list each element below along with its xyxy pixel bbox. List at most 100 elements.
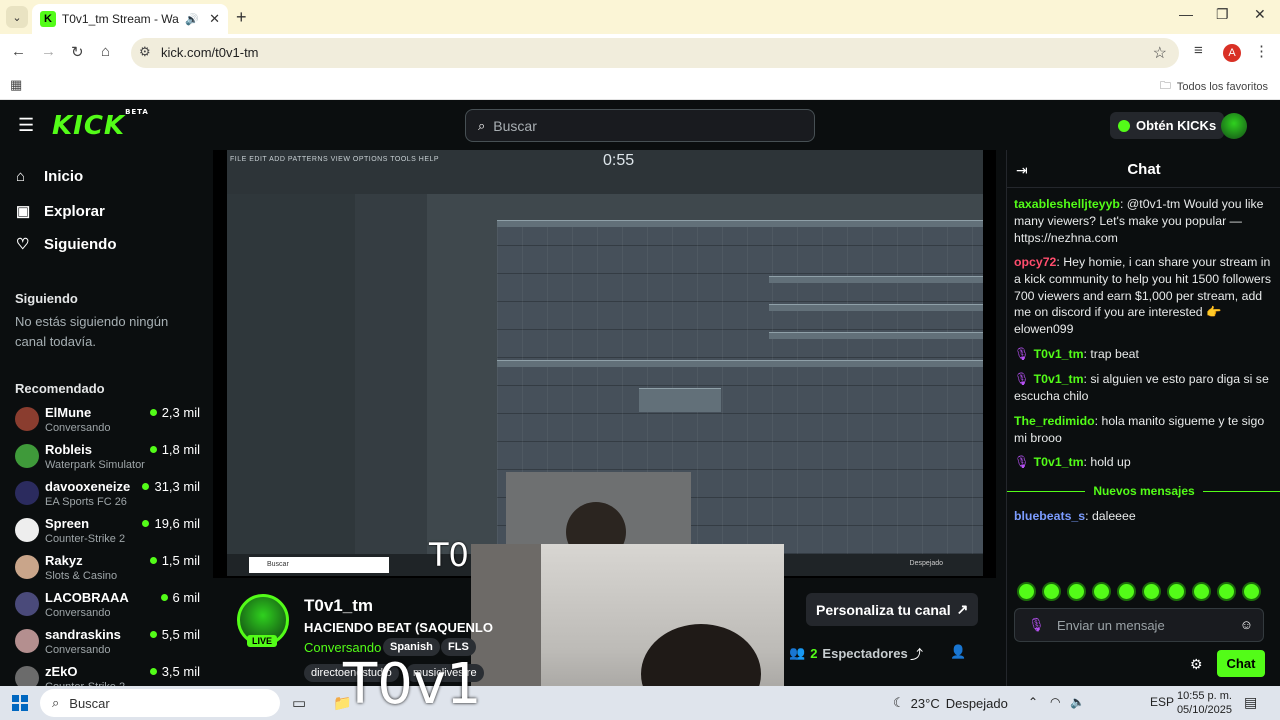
menu-dots-icon[interactable]: ⋮	[1254, 42, 1269, 60]
share-icon[interactable]: ⤴	[910, 644, 923, 663]
wifi-icon[interactable]: ◠	[1050, 695, 1060, 709]
daw-menu: FILE EDIT ADD PATTERNS VIEW OPTIONS TOOL…	[230, 156, 440, 163]
chat-settings-gear-icon[interactable]: ⚙	[1190, 656, 1203, 673]
emote-icon[interactable]	[1242, 582, 1261, 601]
sidebar-item-siguiendo[interactable]: ♡ Siguiendo	[16, 235, 117, 254]
emote-icon[interactable]	[1117, 582, 1136, 601]
site-info-icon[interactable]: ⚙	[139, 44, 151, 60]
live-dot-icon	[142, 520, 150, 527]
tab-search-dropdown[interactable]: ⌄	[6, 6, 28, 28]
microphone-badge-icon: 🎙	[1014, 372, 1030, 386]
clock-date: 05/10/2025	[1176, 704, 1232, 716]
live-dot-icon	[149, 668, 157, 675]
volume-icon[interactable]: 🔈	[1070, 695, 1085, 709]
get-kicks-label: Obtén KICKs	[1136, 118, 1217, 133]
minimize-button[interactable]: —	[1179, 6, 1193, 22]
recommended-channel[interactable]: zEkOCounter-Strike 23,5 mil	[15, 664, 200, 686]
chat-username[interactable]: opcy72	[1014, 255, 1056, 269]
emote-icon[interactable]	[1092, 582, 1111, 601]
home-icon[interactable]: ⌂	[101, 43, 110, 60]
chat-panel: ⇥ Chat taxableshelljteyyb: @t0v1-tm Woul…	[1006, 150, 1280, 686]
viewer-count: 3,5 mil	[149, 664, 200, 679]
chat-header: ⇥ Chat	[1007, 150, 1280, 188]
chat-title: Chat	[1127, 161, 1161, 178]
emote-icon[interactable]	[1142, 582, 1161, 601]
apps-grid-icon[interactable]: ▦	[10, 77, 22, 93]
sidebar-item-label: Siguiendo	[44, 235, 117, 253]
taskbar-search-box[interactable]: ⌕ Buscar	[40, 689, 280, 717]
recommended-channel[interactable]: Spreen Counter-Strike 2 19,6 mil	[15, 516, 200, 552]
chat-username[interactable]: bluebeats_s	[1014, 509, 1085, 523]
back-arrow-icon[interactable]: ←	[11, 43, 26, 60]
logo-text: KICK	[52, 111, 126, 141]
forward-arrow-icon[interactable]: →	[41, 43, 56, 60]
sidebar-item-inicio[interactable]: ⌂ Inicio	[16, 168, 83, 185]
recommended-channel[interactable]: sandraskins Conversando 5,5 mil	[15, 627, 200, 663]
reload-icon[interactable]: ↻	[71, 43, 84, 61]
profile-avatar[interactable]: A	[1223, 44, 1241, 62]
recommended-channel[interactable]: ElMune Conversando 2,3 mil	[15, 405, 200, 441]
emote-icon[interactable]	[1192, 582, 1211, 601]
maximize-button[interactable]: ❐	[1216, 6, 1229, 23]
recommended-channel[interactable]: LACOBRAAA Conversando 6 mil	[15, 590, 200, 626]
viewer-count: 19,6 mil	[142, 516, 200, 531]
kick-favicon-icon: K	[40, 11, 56, 27]
channel-category: Conversando	[45, 644, 111, 656]
search-input[interactable]: ⌕ Buscar	[465, 109, 815, 142]
recommended-channel[interactable]: davooxeneize EA Sports FC 26 31,3 mil	[15, 479, 200, 515]
sidebar-item-label: Explorar	[44, 202, 105, 220]
tray-chevron-icon[interactable]: ⌃	[1028, 695, 1038, 709]
send-chat-button[interactable]: Chat	[1217, 650, 1265, 677]
search-icon: ⌕	[52, 695, 60, 710]
recommended-channel[interactable]: Rakyz Slots & Casino 1,5 mil	[15, 553, 200, 589]
notifications-icon[interactable]: ▤	[1244, 694, 1257, 711]
close-tab-icon[interactable]: ✕	[209, 11, 220, 27]
channel-avatar	[15, 407, 39, 431]
speaker-icon[interactable]: 🔊	[185, 13, 199, 26]
emote-icon[interactable]	[1067, 582, 1086, 601]
weather-widget[interactable]: ☾ 23°C Despejado	[893, 695, 1008, 711]
daw-time: 0:55	[603, 152, 635, 169]
chat-username[interactable]: T0v1_tm	[1034, 455, 1084, 469]
chat-message: 🎙 T0v1_tm: hold up	[1014, 455, 1131, 469]
new-tab-button[interactable]: +	[236, 7, 247, 28]
customize-channel-label: Personaliza tu canal	[816, 601, 951, 618]
channel-name[interactable]: T0v1_tm	[304, 596, 373, 616]
viewer-label: Espectadores	[822, 645, 908, 661]
follow-user-icon[interactable]: 👤	[950, 644, 966, 660]
windows-start-icon[interactable]	[12, 695, 28, 711]
recommended-channel[interactable]: Robleis Waterpark Simulator 1,8 mil	[15, 442, 200, 478]
chat-username[interactable]: taxableshelljteyyb	[1014, 197, 1120, 211]
hamburger-menu-icon[interactable]: ☰	[18, 115, 34, 136]
address-bar[interactable]: ⚙ kick.com/t0v1-tm ☆	[131, 38, 1179, 68]
emote-icon[interactable]	[1042, 582, 1061, 601]
bookmark-star-icon[interactable]: ☆	[1153, 43, 1167, 63]
task-view-icon[interactable]: ▭	[292, 694, 306, 712]
language-indicator[interactable]: ESP	[1150, 695, 1174, 709]
close-window-button[interactable]: ✕	[1254, 6, 1266, 23]
chat-message: taxableshelljteyyb: @t0v1-tm Would you l…	[1014, 197, 1264, 245]
all-bookmarks-folder[interactable]: 🗀 Todos los favoritos	[1160, 77, 1268, 96]
media-controls-icon[interactable]: ≡	[1194, 42, 1203, 59]
chat-input-placeholder: Enviar un mensaje	[1057, 618, 1165, 633]
chat-username[interactable]: T0v1_tm	[1034, 347, 1084, 361]
emoji-icon[interactable]: ☺	[1240, 617, 1253, 632]
chat-username[interactable]: The_redimido	[1014, 414, 1095, 428]
live-dot-icon	[149, 631, 157, 638]
get-kicks-button[interactable]: Obtén KICKs	[1110, 112, 1225, 139]
kick-logo[interactable]: KICKBETA	[52, 108, 149, 141]
emote-icon[interactable]	[1217, 582, 1236, 601]
chat-message-input[interactable]: 🎙 Enviar un mensaje ☺	[1014, 608, 1264, 642]
user-avatar[interactable]	[1221, 113, 1247, 139]
emote-icon[interactable]	[1167, 582, 1186, 601]
home-icon: ⌂	[16, 168, 26, 185]
customize-channel-button[interactable]: Personaliza tu canal ↗	[806, 593, 979, 626]
clock-time: 10:55 p. m.	[1176, 690, 1232, 702]
inner-taskbar-search: Buscar	[249, 557, 389, 573]
browser-tab-active[interactable]: K T0v1_tm Stream - Watch Liv 🔊 ✕	[32, 4, 228, 34]
taskbar-clock[interactable]: 10:55 p. m. 05/10/2025	[1176, 689, 1232, 717]
sidebar-item-explorar[interactable]: ▣ Explorar	[16, 202, 105, 221]
chat-username[interactable]: T0v1_tm	[1034, 372, 1084, 386]
emote-icon[interactable]	[1017, 582, 1036, 601]
channel-category: Waterpark Simulator	[45, 459, 145, 471]
